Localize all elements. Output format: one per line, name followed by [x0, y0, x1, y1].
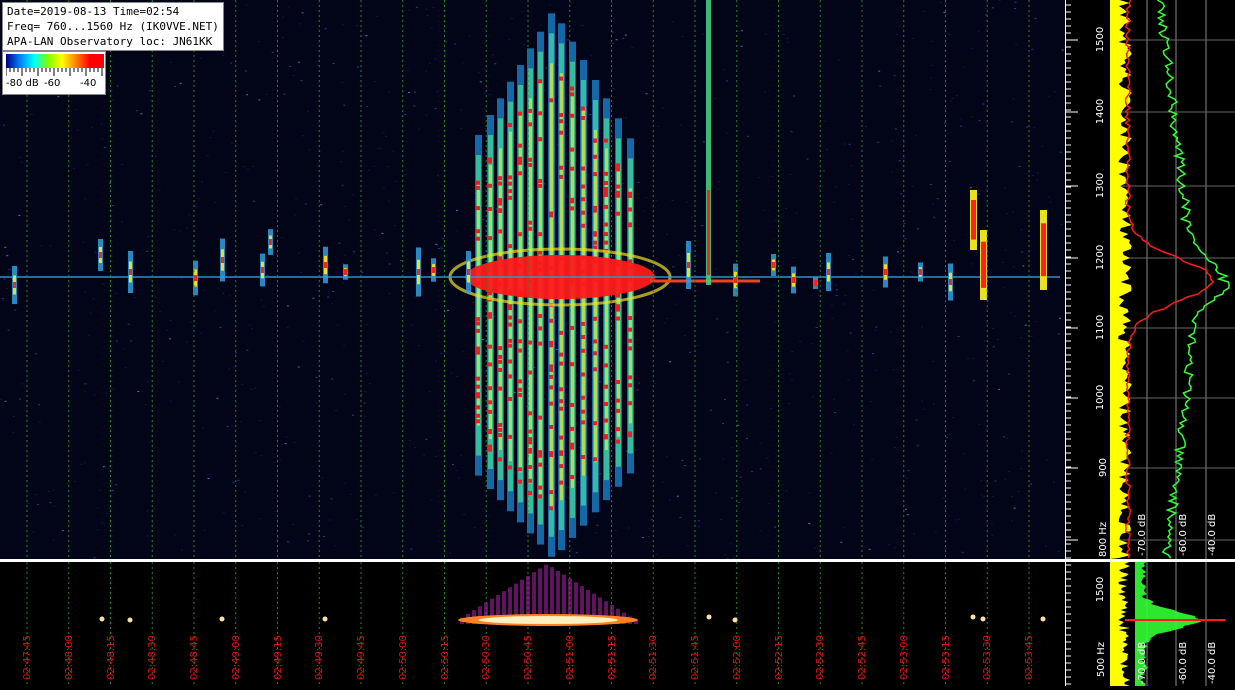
freq-label-bottom-1500: 1500 — [1095, 577, 1106, 602]
bottom-waterfall[interactable]: 02:47:45 02:48:00 02:48:15 02:48:30 02:48:45… — [0, 562, 1065, 686]
spectrogram-canvas — [0, 0, 1065, 559]
time-label: 02:53:15 — [941, 635, 952, 680]
freq-label: 1000 — [1095, 385, 1106, 410]
time-label: 02:51:00 — [565, 635, 576, 680]
legend-label-min: -80 dB — [6, 78, 39, 89]
freq-label: 1200 — [1095, 245, 1106, 270]
time-label: 02:50:00 — [398, 635, 409, 680]
spectrogram-waterfall[interactable] — [0, 0, 1065, 559]
time-label: 02:53:00 — [899, 635, 910, 680]
freq-label: 1100 — [1095, 315, 1106, 340]
info-date-time: Date=2019-08-13 Time=02:54 — [7, 4, 219, 19]
db-label-70: -70.0 dB — [1137, 514, 1148, 556]
spectrum-profile-panel-bottom: -70.0 dB -60.0 dB -40.0 dB — [1110, 562, 1235, 686]
time-label: 02:50:30 — [481, 635, 492, 680]
freq-label: 1400 — [1095, 99, 1106, 124]
frequency-axis-bottom: 1500 500 Hz — [1065, 562, 1111, 686]
time-label: 02:49:00 — [231, 635, 242, 680]
time-label: 02:51:30 — [648, 635, 659, 680]
time-label: 02:48:45 — [189, 635, 200, 680]
info-frequency-range: Freq= 760...1560 Hz (IK0VVE.NET) — [7, 19, 219, 34]
freq-label: 1300 — [1095, 173, 1106, 198]
time-label: 02:51:45 — [690, 635, 701, 680]
freq-label: 1500 — [1095, 27, 1106, 52]
freq-label-bottom-500: 500 Hz — [1096, 642, 1107, 677]
time-label: 02:48:15 — [106, 635, 117, 680]
spectrum-profile-canvas — [1110, 0, 1235, 559]
db-label-bottom-40: -40.0 dB — [1207, 642, 1218, 684]
time-label: 02:47:45 — [22, 635, 33, 680]
time-label: 02:49:45 — [356, 635, 367, 680]
time-label: 02:51:15 — [607, 635, 618, 680]
time-label: 02:52:30 — [815, 635, 826, 680]
color-scale-bar — [6, 54, 104, 68]
color-scale-legend: -80 dB -60 -40 — [2, 51, 106, 95]
color-scale-ticks — [6, 68, 104, 76]
time-label: 02:52:45 — [857, 635, 868, 680]
time-label: 02:50:45 — [523, 635, 534, 680]
time-label: 02:49:30 — [314, 635, 325, 680]
db-label-60: -60.0 dB — [1178, 514, 1189, 556]
freq-label: 800 Hz — [1098, 522, 1109, 557]
time-label: 02:50:15 — [440, 635, 451, 680]
time-label: 02:53:45 — [1024, 635, 1035, 680]
time-label: 02:49:15 — [273, 635, 284, 680]
spectrum-profile-panel: -70.0 dB -60.0 dB -40.0 dB — [1110, 0, 1235, 559]
time-label: 02:52:15 — [774, 635, 785, 680]
db-label-bottom-60: -60.0 dB — [1178, 642, 1189, 684]
legend-label-max: -40 — [80, 78, 96, 89]
legend-label-mid: -60 — [44, 78, 60, 89]
time-label: 02:52:00 — [732, 635, 743, 680]
time-label: 02:48:00 — [64, 635, 75, 680]
time-label: 02:53:30 — [982, 635, 993, 680]
db-label-bottom-70: -70.0 dB — [1137, 642, 1148, 684]
frequency-axis: 1500 1400 1300 1200 1100 1000 900 800 Hz — [1065, 0, 1111, 559]
info-observatory: APA-LAN Observatory loc: JN61KK — [7, 34, 219, 49]
time-label: 02:48:30 — [147, 635, 158, 680]
db-label-40: -40.0 dB — [1207, 514, 1218, 556]
info-box: Date=2019-08-13 Time=02:54 Freq= 760...1… — [2, 2, 224, 51]
freq-label: 900 — [1098, 458, 1109, 477]
